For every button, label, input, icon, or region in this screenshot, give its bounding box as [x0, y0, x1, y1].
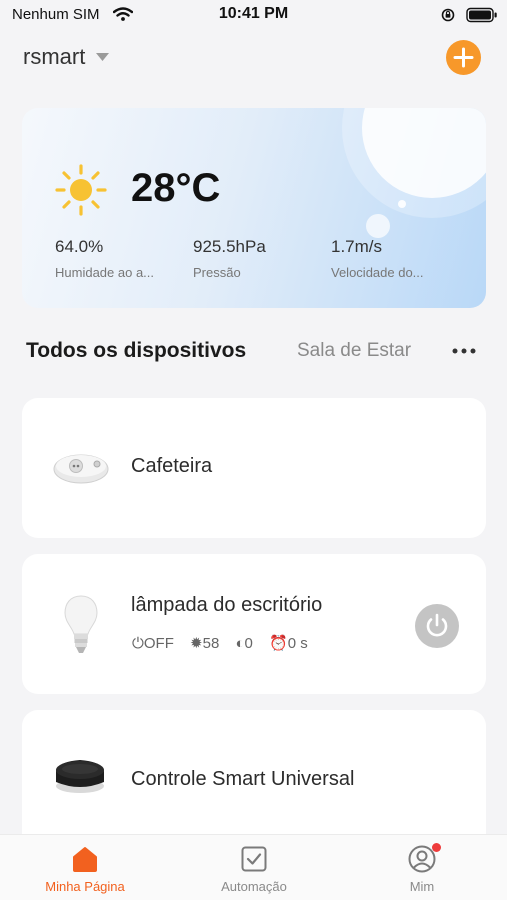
battery-icon [466, 7, 497, 23]
ir-remote-hub-icon [56, 760, 104, 793]
home-selector[interactable]: rsmart [23, 44, 85, 70]
clock: 10:41 PM [218, 5, 289, 22]
orientation-lock-icon [441, 8, 455, 22]
plus-icon [453, 47, 474, 68]
wind-speed-label: Velocidade do... [331, 265, 424, 280]
tab-minha-pagina[interactable]: Minha Página [25, 835, 145, 900]
power-status-value: OFF [143, 635, 174, 652]
tab-all-devices[interactable]: Todos os dispositivos [26, 339, 246, 363]
checkbox-icon [241, 846, 267, 872]
temperature-value: 28°C [131, 166, 221, 210]
humidity-label: Humidade ao a... [55, 265, 155, 280]
device-card-cafeteira[interactable]: Cafeteira [22, 398, 486, 538]
timer-status: ⏰0 s [269, 635, 308, 652]
power-toggle-button[interactable] [415, 604, 459, 648]
sun-icon [55, 164, 107, 216]
notification-badge [432, 843, 441, 852]
pressure-label: Pressão [193, 265, 241, 280]
status-bar: Nenhum SIM 10:41 PM [0, 0, 507, 30]
weather-card[interactable]: 28°C 64.0% Humidade ao a... 925.5hPa Pre… [22, 108, 486, 308]
tab-label: Minha Página [45, 879, 125, 894]
tab-label: Automação [221, 879, 287, 894]
more-dots-icon[interactable] [449, 338, 479, 364]
caret-down-icon[interactable] [96, 53, 109, 61]
timer-value: 0 s [287, 635, 308, 652]
power-icon [426, 613, 448, 637]
humidity-stat: 64.0% Humidade ao a... [55, 237, 154, 280]
wind-speed-stat: 1.7m/s Velocidade do... [331, 237, 424, 280]
tab-label: Mim [409, 879, 435, 894]
device-name: Cafeteira [131, 455, 213, 477]
device-name: lâmpada do escritório [131, 594, 323, 616]
power-status: ⏻OFF [132, 635, 174, 652]
tab-automacao[interactable]: Automação [194, 835, 314, 900]
device-card-controle-universal[interactable]: Controle Smart Universal [22, 710, 486, 850]
wind-speed-value: 1.7m/s [331, 237, 383, 256]
color-temp-status: ◐0 [235, 635, 253, 652]
tab-mim[interactable]: Mim [362, 835, 482, 900]
brightness-value: 58 [202, 635, 220, 652]
light-bulb-icon [64, 595, 98, 653]
pressure-value: 925.5hPa [193, 237, 266, 256]
home-icon [73, 847, 97, 872]
brightness-status: ✹58 [190, 635, 220, 652]
color-temp-value: 0 [244, 635, 253, 652]
pressure-stat: 925.5hPa Pressão [193, 237, 266, 280]
tab-sala-de-estar[interactable]: Sala de Estar [297, 340, 411, 362]
smart-plug-icon [53, 454, 109, 484]
device-card-lampada[interactable]: lâmpada do escritório ⏻OFF ✹58 ◐0 ⏰0 s [22, 554, 486, 694]
bottom-tab-bar: Minha Página Automação Mim [0, 834, 507, 900]
device-name: Controle Smart Universal [131, 768, 355, 790]
device-status-row: ⏻OFF ✹58 ◐0 ⏰0 s [132, 634, 320, 652]
add-device-button[interactable] [446, 40, 481, 75]
humidity-value: 64.0% [55, 237, 104, 256]
